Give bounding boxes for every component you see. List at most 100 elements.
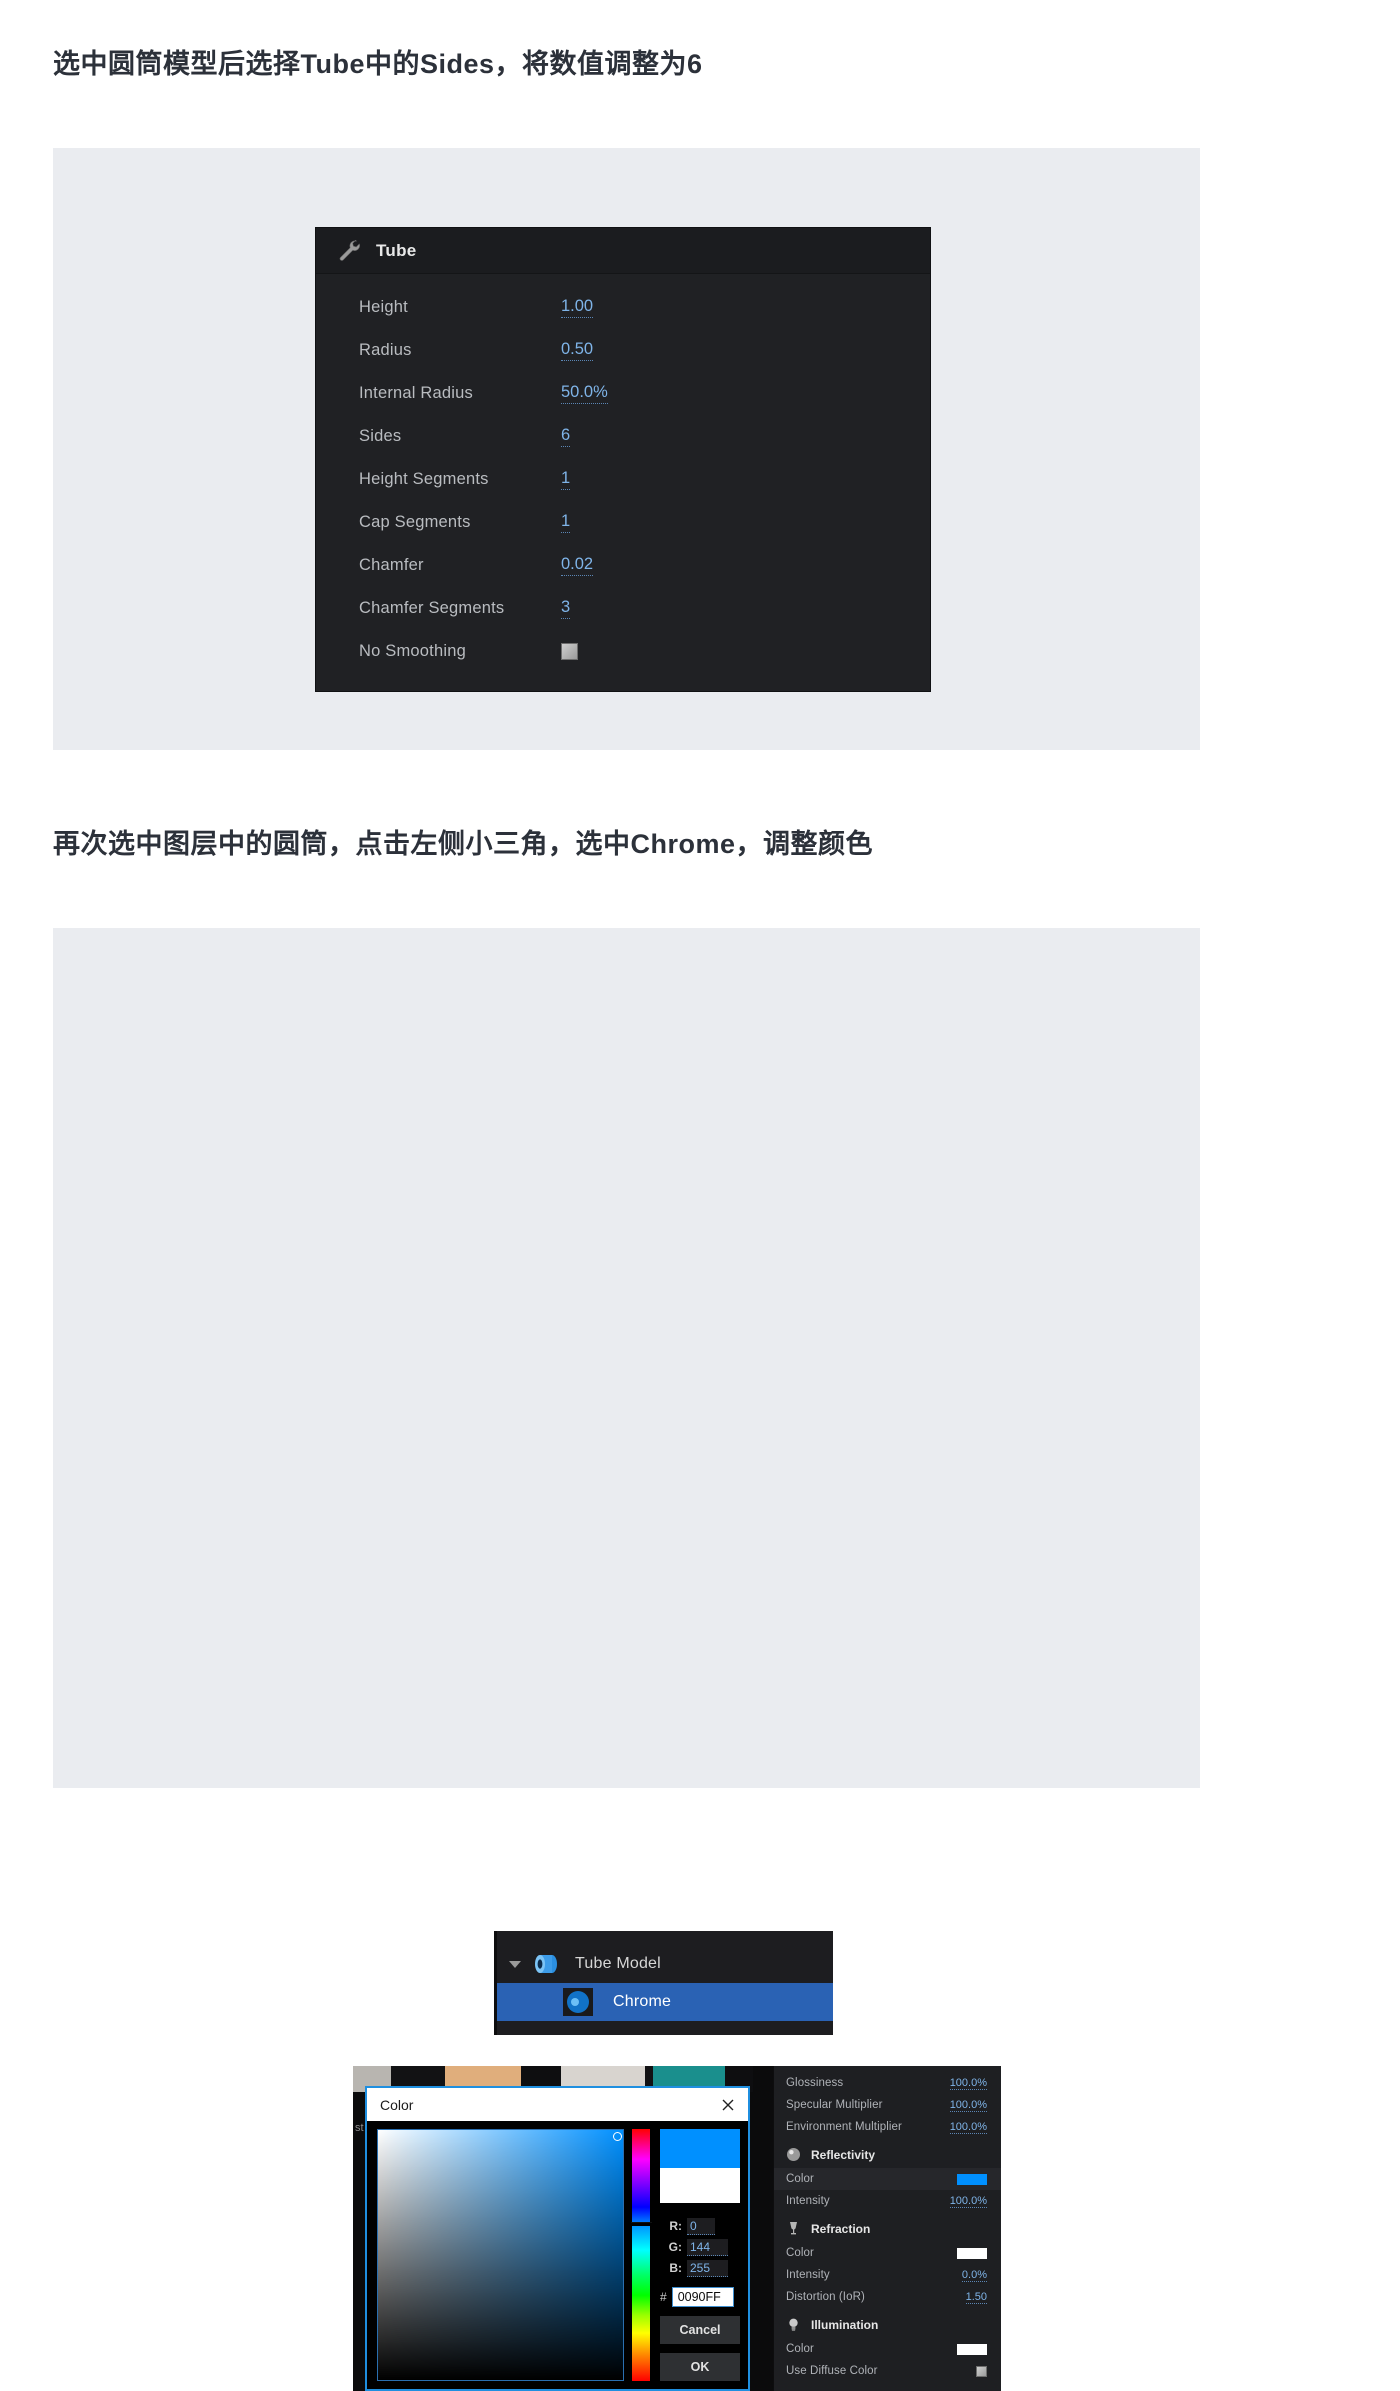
hex-prefix-label: # — [660, 2290, 667, 2305]
property-row-sides: Sides 6 — [316, 415, 930, 458]
material-label: Intensity — [786, 2269, 830, 2281]
sv-cursor-handle[interactable] — [613, 2132, 623, 2141]
material-row-distortion-ior: Distortion (IoR) 1.50 — [774, 2286, 1001, 2308]
reflectivity-color-swatch[interactable] — [957, 2173, 987, 2185]
refraction-intensity-value[interactable]: 0.0% — [961, 2269, 987, 2282]
chevron-down-icon[interactable] — [509, 1960, 521, 1968]
hue-marker-handle[interactable] — [631, 2222, 653, 2227]
section-reflectivity[interactable]: Reflectivity — [774, 2141, 1001, 2168]
section-title: Refraction — [811, 2221, 871, 2236]
layer-row-chrome[interactable]: Chrome — [497, 1983, 833, 2021]
material-label: Color — [786, 2247, 814, 2259]
old-color-swatch[interactable] — [660, 2167, 740, 2204]
property-label: No Smoothing — [359, 642, 466, 660]
distortion-ior-value[interactable]: 1.50 — [965, 2291, 987, 2304]
rgb-fields: R: 0 G: 144 B: 255 — [660, 2216, 740, 2279]
hex-input[interactable]: 0090FF — [671, 2287, 734, 2308]
property-label: Internal Radius — [359, 384, 473, 402]
material-label: Use Diffuse Color — [786, 2365, 878, 2377]
property-row-radius: Radius 0.50 — [316, 329, 930, 372]
reflectivity-intensity-value[interactable]: 100.0% — [949, 2195, 987, 2208]
property-label: Chamfer Segments — [359, 599, 505, 617]
color-dialog-title: Color — [380, 2096, 414, 2113]
property-label: Cap Segments — [359, 513, 471, 531]
property-label: Chamfer — [359, 556, 424, 574]
chrome-material-icon — [563, 1988, 593, 2016]
material-value-environment-multiplier[interactable]: 100.0% — [949, 2121, 987, 2134]
property-row-chamfer-segments: Chamfer Segments 3 — [316, 587, 930, 630]
hue-slider[interactable] — [631, 2129, 653, 2381]
material-label: Color — [786, 2173, 814, 2185]
material-row-environment-multiplier: Environment Multiplier 100.0% — [774, 2116, 1001, 2138]
layer-row-partial-top — [497, 1931, 833, 1945]
property-value-height-segments[interactable]: 1 — [561, 469, 571, 490]
material-row-use-diffuse-color: Use Diffuse Color — [774, 2360, 1001, 2382]
figure-tube-settings: Tube Height 1.00 Radius 0.50 Internal Ra… — [53, 148, 1200, 750]
step-2-heading: 再次选中图层中的圆筒，点击左侧小三角，选中Chrome，调整颜色 — [53, 829, 874, 859]
property-row-internal-radius: Internal Radius 50.0% — [316, 372, 930, 415]
material-row-specular-multiplier: Specular Multiplier 100.0% — [774, 2094, 1001, 2116]
red-label: R: — [669, 2219, 682, 2234]
blue-input[interactable]: 255 — [687, 2259, 729, 2277]
tube-property-list: Height 1.00 Radius 0.50 Internal Radius … — [316, 274, 930, 691]
layer-tree-panel: Tube Model Chrome — [494, 1931, 833, 2035]
figure-chrome-color: Tube Model Chrome st Color R: 0 G: 144 B… — [53, 928, 1200, 2391]
layer-row-tube-model[interactable]: Tube Model — [497, 1945, 833, 1983]
green-input[interactable]: 144 — [687, 2238, 729, 2256]
background-side-text: st — [355, 2122, 364, 2134]
bulb-icon — [789, 2318, 798, 2331]
material-label: Specular Multiplier — [786, 2099, 883, 2111]
ok-button[interactable]: OK — [660, 2353, 740, 2381]
property-value-height[interactable]: 1.00 — [561, 297, 594, 318]
use-diffuse-color-checkbox[interactable] — [976, 2365, 987, 2377]
blue-label: B: — [669, 2261, 682, 2276]
step-1-heading: 选中圆筒模型后选择Tube中的Sides，将数值调整为6 — [53, 49, 703, 79]
color-dialog-body: R: 0 G: 144 B: 255 # 0090FF Cancel OK — [367, 2121, 748, 2389]
material-row-illumination-color: Color — [774, 2338, 1001, 2360]
color-dialog-controls: R: 0 G: 144 B: 255 # 0090FF Cancel OK — [660, 2129, 740, 2381]
illumination-color-swatch[interactable] — [957, 2343, 987, 2355]
no-smoothing-checkbox[interactable] — [561, 643, 578, 660]
tube-panel-title: Tube — [376, 240, 417, 260]
material-row-reflectivity-intensity: Intensity 100.0% — [774, 2190, 1001, 2212]
red-input[interactable]: 0 — [687, 2217, 715, 2235]
property-label: Height Segments — [359, 470, 489, 488]
material-label: Color — [786, 2343, 814, 2355]
property-label: Height — [359, 298, 408, 316]
section-title: Reflectivity — [811, 2147, 876, 2162]
hex-row: # 0090FF — [660, 2287, 740, 2308]
color-editing-group: st Color R: 0 G: 144 B: 255 # 0090FF Can… — [353, 2066, 1001, 2391]
property-row-height-segments: Height Segments 1 — [316, 458, 930, 501]
property-label: Sides — [359, 427, 402, 445]
refraction-color-swatch[interactable] — [957, 2247, 987, 2259]
material-label: Environment Multiplier — [786, 2121, 902, 2133]
property-value-radius[interactable]: 0.50 — [561, 340, 594, 361]
material-value-specular-multiplier[interactable]: 100.0% — [949, 2099, 987, 2112]
tube-properties-panel: Tube Height 1.00 Radius 0.50 Internal Ra… — [316, 228, 930, 691]
rgb-row-blue: B: 255 — [660, 2258, 740, 2278]
sphere-icon — [787, 2148, 800, 2161]
section-illumination[interactable]: Illumination — [774, 2311, 1001, 2338]
property-value-chamfer[interactable]: 0.02 — [561, 555, 594, 576]
section-refraction[interactable]: Refraction — [774, 2215, 1001, 2242]
property-value-internal-radius[interactable]: 50.0% — [561, 383, 608, 404]
wrench-icon — [339, 239, 360, 261]
close-icon[interactable] — [720, 2097, 736, 2113]
material-label: Distortion (IoR) — [786, 2291, 865, 2303]
material-row-reflectivity-color: Color — [774, 2168, 1001, 2190]
rgb-row-green: G: 144 — [660, 2237, 740, 2257]
material-row-refraction-intensity: Intensity 0.0% — [774, 2264, 1001, 2286]
tube-model-icon — [535, 1955, 557, 1973]
material-properties-panel: Glossiness 100.0% Specular Multiplier 10… — [773, 2066, 1001, 2391]
material-row-glossiness: Glossiness 100.0% — [774, 2072, 1001, 2094]
cancel-button[interactable]: Cancel — [660, 2316, 740, 2345]
saturation-value-field[interactable] — [377, 2129, 625, 2381]
material-label: Intensity — [786, 2195, 830, 2207]
property-value-cap-segments[interactable]: 1 — [561, 512, 571, 533]
property-label: Radius — [359, 341, 412, 359]
color-dialog-titlebar: Color — [367, 2088, 748, 2121]
tube-panel-header: Tube — [316, 228, 930, 274]
material-value-glossiness[interactable]: 100.0% — [949, 2077, 987, 2090]
property-value-sides[interactable]: 6 — [561, 426, 571, 447]
property-value-chamfer-segments[interactable]: 3 — [561, 598, 571, 619]
